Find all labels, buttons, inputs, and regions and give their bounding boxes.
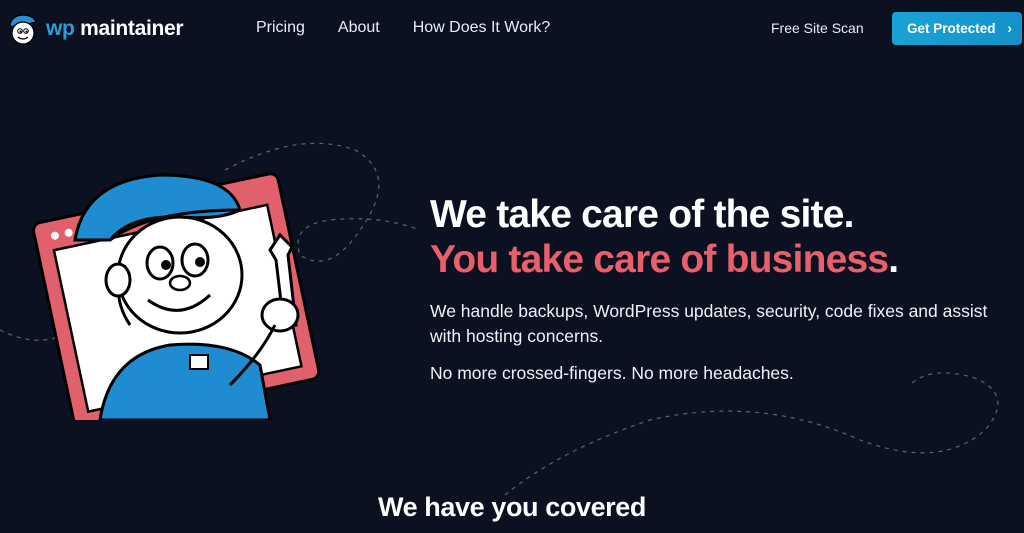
mascot-logo-icon [9, 14, 37, 45]
nav-item-how-it-works[interactable]: How Does It Work? [413, 19, 551, 37]
headline-period: . [888, 238, 899, 281]
hero-section: We take care of the site. You take care … [430, 192, 1010, 386]
hero-headline: We take care of the site. You take care … [430, 192, 1010, 282]
nav-item-pricing[interactable]: Pricing [256, 19, 305, 37]
main-nav: Pricing About How Does It Work? [256, 19, 583, 37]
brand-name: wp maintainer [46, 17, 184, 40]
headline-line-2: You take care of business [430, 238, 889, 281]
site-header: wp maintainer Pricing About How Does It … [0, 0, 1024, 58]
mascot-illustration [32, 172, 320, 420]
free-site-scan-link[interactable]: Free Site Scan [771, 20, 864, 36]
section-title: We have you covered [377, 492, 647, 522]
get-protected-button[interactable]: Get Protected › [892, 12, 1022, 45]
headline-line-1: We take care of the site. [430, 193, 854, 236]
chevron-right-icon: › [1007, 20, 1012, 36]
nav-item-about[interactable]: About [338, 19, 380, 37]
hero-tagline: No more crossed-fingers. No more headach… [430, 363, 794, 383]
brand-logo[interactable]: wp maintainer [6, 11, 184, 47]
hero-description: We handle backups, WordPress updates, se… [430, 301, 988, 346]
get-protected-label: Get Protected [907, 21, 996, 36]
